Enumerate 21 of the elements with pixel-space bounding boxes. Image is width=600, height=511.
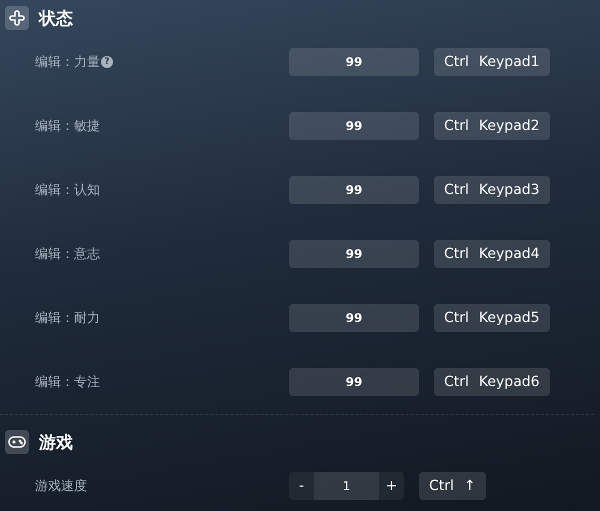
hotkey-button[interactable]: Ctrl Keypad1 — [434, 48, 550, 76]
hotkey-button[interactable]: Ctrl Keypad6 — [434, 368, 550, 396]
number-stepper[interactable]: - 1 + — [289, 472, 404, 500]
field-label: 编辑：敏捷 — [35, 118, 100, 135]
field-label: 编辑：专注 — [35, 374, 100, 391]
field-label: 编辑：耐力 — [35, 310, 100, 327]
hotkey-button[interactable]: Ctrl ↑ — [419, 472, 486, 500]
field-label: 编辑：力量 — [35, 54, 100, 71]
hotkey-button[interactable]: Ctrl Keypad2 — [434, 112, 550, 140]
field-label: 编辑：意志 — [35, 246, 100, 263]
field-label: 游戏速度 — [35, 478, 87, 495]
field-label: 编辑：认知 — [35, 182, 100, 199]
gamepad-icon — [8, 435, 26, 449]
hotkey-button[interactable]: Ctrl Keypad3 — [434, 176, 550, 204]
section-title: 状态 — [39, 8, 73, 30]
increment-button[interactable]: + — [379, 472, 404, 500]
help-icon[interactable]: ? — [101, 56, 113, 68]
section-title: 游戏 — [39, 432, 73, 454]
hotkey-button[interactable]: Ctrl Keypad5 — [434, 304, 550, 332]
decrement-button[interactable]: - — [289, 472, 314, 500]
hotkey-button[interactable]: Ctrl Keypad4 — [434, 240, 550, 268]
